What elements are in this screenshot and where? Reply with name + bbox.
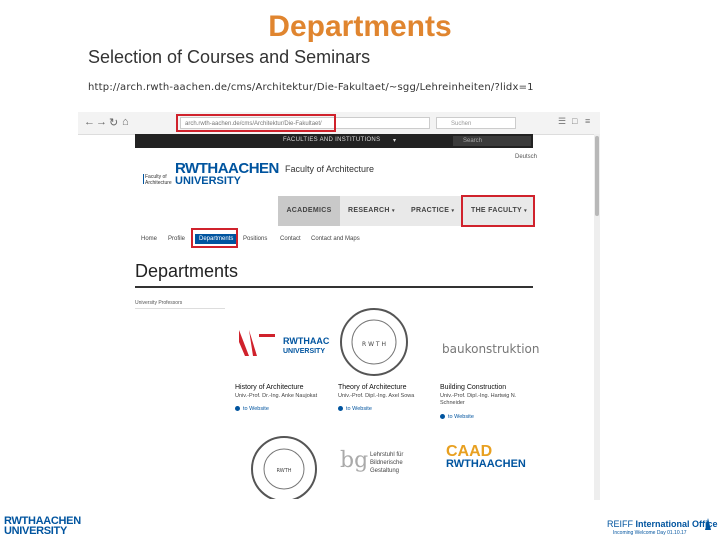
subnav-home[interactable]: Home bbox=[141, 236, 157, 242]
menu-label: PRACTICE bbox=[411, 207, 450, 214]
chevron-down-icon: ▾ bbox=[451, 208, 455, 214]
external-link-icon bbox=[235, 406, 240, 411]
language-link[interactable]: Deutsch bbox=[515, 154, 537, 160]
professor-name: Univ.-Prof. Dr.-Ing. Anke Naujokat bbox=[235, 393, 318, 399]
back-icon[interactable]: ← bbox=[84, 116, 95, 128]
footer-event: Incoming Welcome Day 01.10.17 bbox=[613, 530, 687, 536]
browser-search-input[interactable]: Suchen bbox=[436, 117, 516, 129]
website-screenshot: ← → ↻ ⌂ arch.rwth-aachen.de/cms/Architek… bbox=[78, 112, 600, 500]
scroll-thumb[interactable] bbox=[595, 136, 599, 216]
office-prefix: REIFF bbox=[607, 519, 633, 529]
professorship-card[interactable]: R W T H Theory of Architecture Univ.-Pro… bbox=[338, 306, 433, 414]
slide-subtitle: Selection of Courses and Seminars bbox=[88, 47, 371, 67]
departments-highlight bbox=[191, 228, 238, 248]
link-label: to Website bbox=[346, 406, 372, 412]
link-label: to Website bbox=[243, 406, 269, 412]
page-heading: Departments bbox=[135, 261, 239, 281]
website-link[interactable]: to Website bbox=[338, 406, 372, 412]
site-search-input[interactable]: Search bbox=[453, 136, 531, 146]
svg-text:bg: bg bbox=[340, 448, 368, 473]
professorship-card[interactable]: CAAD RWTHAACHEN bbox=[446, 444, 541, 494]
professorship-card[interactable]: bg Lehrstuhl für Bildnerische Gestaltung bbox=[338, 439, 433, 499]
external-link-icon bbox=[440, 414, 445, 419]
menu-academics[interactable]: ACADEMICS bbox=[278, 196, 340, 226]
website: FACULTIES AND INSTITUTIONS ▾ Search Facu… bbox=[78, 134, 594, 500]
baukonstruktion-wordmark: baukonstruktion bbox=[442, 342, 540, 356]
site-topbar: FACULTIES AND INSTITUTIONS ▾ Search bbox=[135, 134, 533, 148]
footer-logo-line: UNIVERSITY bbox=[4, 525, 68, 537]
sidebar-icon[interactable]: □ bbox=[572, 116, 577, 126]
caad-subtitle: RWTHAACHEN bbox=[446, 458, 526, 470]
address-highlight bbox=[176, 114, 336, 132]
footer-rwth-logo: RWTHAACHEN UNIVERSITY bbox=[4, 516, 81, 537]
svg-text:RWTHAACHEN: RWTHAACHEN bbox=[283, 336, 330, 346]
svg-text:R W T H: R W T H bbox=[362, 341, 386, 348]
professorship-card[interactable]: RWTHAACHEN UNIVERSITY History of Archite… bbox=[235, 322, 348, 412]
website-link[interactable]: to Website bbox=[440, 414, 474, 420]
scrollbar[interactable] bbox=[594, 134, 600, 500]
faculty-mini-label: Faculty of Architecture bbox=[145, 174, 172, 186]
menu-practice[interactable]: PRACTICE ▾ bbox=[411, 196, 454, 226]
reload-icon[interactable]: ↻ bbox=[109, 116, 118, 129]
forward-icon[interactable]: → bbox=[96, 116, 107, 128]
faculties-menu[interactable]: FACULTIES AND INSTITUTIONS bbox=[283, 137, 380, 143]
slide-url[interactable]: http://arch.rwth-aachen.de/cms/Architekt… bbox=[88, 82, 534, 93]
menu-icon[interactable]: ≡ bbox=[585, 116, 590, 126]
menu-label: RESEARCH bbox=[348, 207, 390, 214]
architekturtheorie-seal: R W T H bbox=[338, 306, 433, 378]
lehrstuhl-seal: RWTH bbox=[251, 436, 317, 500]
rwth-logo[interactable]: RWTHAACHEN UNIVERSITY bbox=[175, 160, 279, 188]
menu-research[interactable]: RESEARCH ▾ bbox=[348, 196, 395, 226]
link-label: to Website bbox=[448, 414, 474, 420]
faculty-title: Faculty of Architecture bbox=[285, 164, 375, 174]
caad-wordmark: CAAD bbox=[446, 443, 493, 460]
svg-text:UNIVERSITY: UNIVERSITY bbox=[283, 348, 325, 355]
professor-name: Univ.-Prof. Dipl.-Ing. Hartwig N. Schnei… bbox=[440, 393, 517, 406]
bg-text-line: Lehrstuhl für bbox=[370, 452, 404, 458]
external-link-icon bbox=[338, 406, 343, 411]
footer-office: REIFF International Office bbox=[607, 519, 718, 529]
professorship-card[interactable]: RWTH bbox=[248, 429, 343, 500]
logo-line: RWTHAACHEN bbox=[175, 160, 279, 177]
chevron-down-icon[interactable]: ▾ bbox=[393, 137, 396, 144]
slide-title: Departments bbox=[268, 10, 452, 43]
professorship-name[interactable]: Theory of Architecture bbox=[338, 384, 406, 391]
subnav-contact-maps[interactable]: Contact and Maps bbox=[311, 236, 360, 242]
bg-lehrstuhl-logo: bg bbox=[340, 448, 368, 473]
rwth-history-logo: RWTHAACHEN UNIVERSITY bbox=[235, 322, 348, 377]
professorship-name[interactable]: History of Architecture bbox=[235, 384, 303, 391]
bg-lehrstuhl-text: Lehrstuhl für Bildnerische Gestaltung bbox=[370, 451, 433, 475]
faculty-mini-line: Architecture bbox=[145, 180, 172, 186]
caad-logo: CAAD RWTHAACHEN bbox=[446, 444, 526, 470]
subnav-profile[interactable]: Profile bbox=[168, 236, 185, 242]
baukonstruktion-logo: baukonstruktion bbox=[440, 322, 539, 377]
faculty-mini-divider bbox=[143, 174, 144, 184]
heading-divider bbox=[135, 286, 533, 288]
faculty-menu-highlight bbox=[461, 195, 535, 227]
bg-text-line: Bildnerische Gestaltung bbox=[370, 460, 403, 474]
footer-mark-icon bbox=[705, 518, 711, 530]
professorship-card[interactable]: baukonstruktion Building Construction Un… bbox=[440, 322, 539, 422]
website-link[interactable]: to Website bbox=[235, 406, 269, 412]
svg-text:RWTH: RWTH bbox=[276, 468, 291, 474]
subnav-contact[interactable]: Contact bbox=[280, 236, 301, 242]
chevron-down-icon: ▾ bbox=[391, 208, 395, 214]
library-icon[interactable]: ☰ bbox=[558, 116, 566, 127]
home-icon[interactable]: ⌂ bbox=[122, 116, 129, 128]
section-label: University Professors bbox=[135, 300, 225, 309]
professorship-name[interactable]: Building Construction bbox=[440, 384, 506, 391]
subnav-positions[interactable]: Positions bbox=[243, 236, 267, 242]
professor-name: Univ.-Prof. Dipl.-Ing. Axel Sowa bbox=[338, 393, 415, 399]
site-header: Faculty of Architecture RWTHAACHEN UNIVE… bbox=[135, 148, 537, 192]
browser-toolbar: ← → ↻ ⌂ arch.rwth-aachen.de/cms/Architek… bbox=[78, 112, 600, 135]
